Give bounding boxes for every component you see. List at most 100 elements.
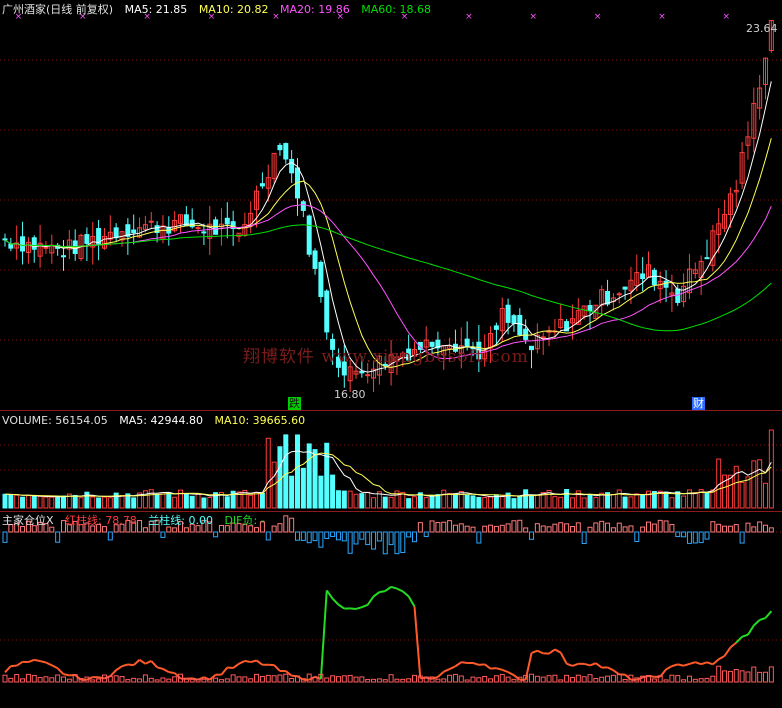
volume-bar — [354, 494, 358, 508]
volume-bar — [91, 497, 95, 508]
indicator-bar — [196, 679, 200, 682]
dif-bar — [764, 525, 768, 532]
indicator-bar — [231, 675, 235, 682]
indicator-line — [508, 672, 514, 675]
indicator-bar — [272, 676, 276, 682]
indicator-bar — [266, 675, 270, 682]
indicator-bar — [331, 676, 335, 682]
volume-bar — [348, 491, 352, 508]
indicator-bar — [62, 677, 66, 682]
indicator-line — [719, 656, 725, 659]
indicator-line — [140, 660, 146, 664]
dif-bar — [407, 532, 411, 537]
indicator-bar — [225, 679, 229, 682]
volume-bar — [79, 498, 83, 508]
volume-bar — [565, 490, 569, 508]
indicator-bar — [342, 676, 346, 682]
dif-bar — [307, 532, 311, 543]
indicator-line — [34, 660, 40, 661]
indicator-line — [608, 667, 614, 670]
volume-bar — [442, 490, 446, 508]
volume-bar — [32, 496, 36, 508]
volume-bar — [518, 497, 522, 508]
indicator-line — [666, 666, 672, 669]
candle-body — [225, 218, 229, 224]
indicator-bar — [214, 678, 218, 682]
volume-bar — [682, 496, 686, 508]
dif-bar — [506, 524, 510, 532]
indicator-line — [672, 664, 678, 666]
indicator-bar — [255, 674, 259, 682]
dif-bar — [758, 522, 762, 532]
dif-bar — [524, 528, 528, 532]
indicator-line — [58, 668, 64, 674]
volume-ma5-label: MA5: 42944.80 — [119, 414, 203, 427]
high-price-label: 23.64 — [746, 22, 778, 35]
indicator-line — [420, 678, 426, 679]
volume-ma10-label: MA10: 39665.60 — [214, 414, 305, 427]
indicator-bar — [395, 679, 399, 682]
indicator-line — [239, 661, 245, 664]
dif-bar — [658, 520, 662, 532]
indicator-bar — [278, 675, 282, 682]
indicator-line — [532, 651, 538, 653]
candle-body — [664, 281, 668, 287]
indicator-line — [128, 664, 134, 665]
indicator-bar — [652, 679, 656, 682]
dif-bar — [728, 526, 732, 532]
indicator-line — [748, 625, 754, 634]
candle-body — [214, 220, 218, 234]
volume-bar — [296, 435, 300, 508]
volume-bar — [56, 497, 60, 508]
candle-body — [21, 237, 25, 251]
volume-bar — [179, 490, 183, 508]
top-marker: × — [723, 12, 731, 22]
volume-bar — [588, 495, 592, 508]
dif-bar — [21, 527, 25, 532]
indicator-bar — [489, 679, 493, 682]
indicator-bar — [705, 678, 709, 682]
indicator-bar — [161, 678, 165, 682]
candle-body — [530, 346, 534, 349]
indicator-line — [590, 663, 596, 665]
volume-bar — [266, 438, 270, 508]
candle-body — [9, 244, 13, 248]
dif-bar — [588, 527, 592, 532]
candle-body — [524, 329, 528, 339]
volume-bar — [85, 492, 89, 508]
volume-bar — [120, 496, 124, 508]
chart-stage[interactable]: ×××××××××××× 广州酒家(日线 前复权) MA5: 21.85 MA1… — [0, 0, 782, 704]
indicator-bar — [132, 678, 136, 682]
dif-bar — [453, 525, 457, 532]
indicator-line — [426, 678, 432, 679]
dif-bar — [594, 523, 598, 532]
dif-bar — [372, 532, 376, 549]
indicator-line — [613, 670, 619, 674]
dif-bar — [635, 532, 639, 542]
indicator-line — [251, 660, 257, 662]
indicator-bar — [728, 671, 732, 682]
dif-bar — [102, 527, 106, 532]
indicator-line — [40, 661, 46, 662]
indicator-bar — [606, 676, 610, 682]
top-marker: × — [530, 12, 538, 22]
dif-bar — [3, 532, 7, 542]
indicator-line — [245, 661, 251, 662]
dif-bar — [565, 524, 569, 532]
indicator-line — [350, 608, 356, 609]
indicator-line — [754, 620, 760, 626]
dif-bar — [547, 527, 551, 532]
volume-bar — [424, 498, 428, 508]
indicator-line — [379, 591, 385, 592]
indicator-line — [151, 661, 157, 667]
indicator-bar — [284, 674, 288, 682]
indicator-bar — [436, 679, 440, 682]
dif-bar — [570, 527, 574, 532]
dif-bar — [600, 521, 604, 532]
volume-bar — [430, 496, 434, 508]
indicator-bar — [477, 678, 481, 682]
dif-bar — [576, 523, 580, 532]
indicator-line — [157, 667, 163, 669]
indicator-line — [374, 592, 380, 596]
indicator-bar — [44, 677, 48, 682]
